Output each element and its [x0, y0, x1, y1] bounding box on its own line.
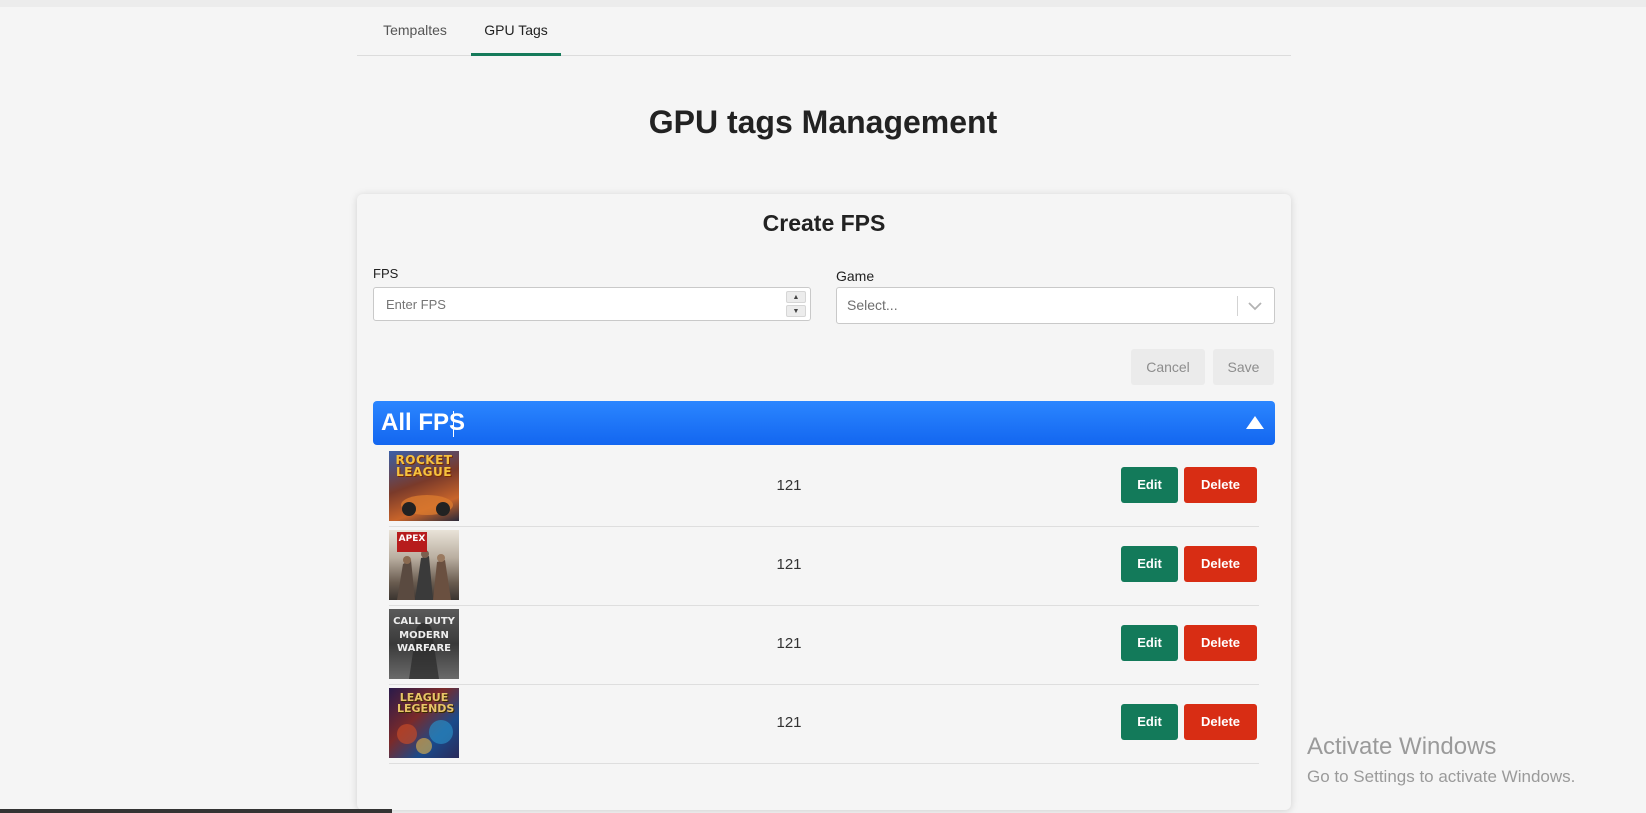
watermark-subtitle: Go to Settings to activate Windows. — [1307, 767, 1576, 786]
game-thumbnail: LEAGUE LEGENDS — [389, 688, 459, 758]
game-select[interactable]: Select... — [836, 287, 1275, 324]
thumbnail-text: ROCKET LEAGUE — [395, 453, 453, 479]
fps-list-item: CALL DUTY MODERN WARFARE 121 Edit Delete — [389, 606, 1259, 685]
spin-down-icon[interactable]: ▼ — [786, 305, 806, 317]
edit-button[interactable]: Edit — [1121, 625, 1178, 661]
fps-value: 121 — [776, 714, 802, 731]
page-title: GPU tags Management — [648, 104, 998, 140]
fps-list-item: LEAGUE LEGENDS 121 Edit Delete — [389, 685, 1259, 764]
fps-label: FPS — [373, 266, 399, 281]
delete-button[interactable]: Delete — [1184, 704, 1257, 740]
tab-templates[interactable]: Tempaltes — [357, 7, 473, 55]
chevron-down-icon[interactable] — [1244, 297, 1266, 315]
delete-button[interactable]: Delete — [1184, 546, 1257, 582]
fps-input[interactable] — [374, 288, 786, 320]
game-label: Game — [836, 268, 875, 284]
thumbnail-text: APEX — [398, 534, 426, 544]
fps-value: 121 — [776, 477, 802, 494]
create-fps-card: Create FPS FPS ▲ ▼ Game Select... Cancel… — [357, 194, 1291, 810]
game-thumbnail: CALL DUTY MODERN WARFARE — [389, 609, 459, 679]
all-fps-accordion-header[interactable]: All FPS — [373, 401, 1275, 445]
edit-button[interactable]: Edit — [1121, 704, 1178, 740]
select-separator — [1237, 296, 1238, 316]
fps-list-item: ROCKET LEAGUE 121 Edit Delete — [389, 448, 1259, 527]
caret-up-icon[interactable] — [1246, 416, 1264, 429]
watermark-title: Activate Windows — [1307, 733, 1497, 760]
thumbnail-text: CALL DUTY MODERN WARFARE — [393, 616, 455, 654]
thumbnail-text: LEAGUE LEGENDS — [397, 691, 455, 715]
fps-list-item: APEX 121 Edit Delete — [389, 527, 1259, 606]
delete-button[interactable]: Delete — [1184, 467, 1257, 503]
activate-windows-watermark: Activate Windows Go to Settings to activ… — [1307, 733, 1575, 787]
fps-value: 121 — [776, 556, 802, 573]
game-select-placeholder: Select... — [847, 297, 898, 313]
tab-gpu-tags[interactable]: GPU Tags — [471, 7, 561, 56]
edit-button[interactable]: Edit — [1121, 546, 1178, 582]
fps-number-field: ▲ ▼ — [373, 287, 811, 321]
taskbar-edge — [0, 809, 392, 813]
game-thumbnail: ROCKET LEAGUE — [389, 451, 459, 521]
fps-value: 121 — [776, 635, 802, 652]
spin-up-icon[interactable]: ▲ — [786, 291, 806, 303]
delete-button[interactable]: Delete — [1184, 625, 1257, 661]
text-cursor — [453, 411, 454, 437]
tab-bar: Tempaltes GPU Tags — [357, 7, 1291, 56]
top-strip — [0, 0, 1646, 7]
cancel-button[interactable]: Cancel — [1131, 349, 1205, 385]
save-button[interactable]: Save — [1213, 349, 1274, 385]
form-title: Create FPS — [762, 210, 886, 236]
edit-button[interactable]: Edit — [1121, 467, 1178, 503]
game-thumbnail: APEX — [389, 530, 459, 600]
